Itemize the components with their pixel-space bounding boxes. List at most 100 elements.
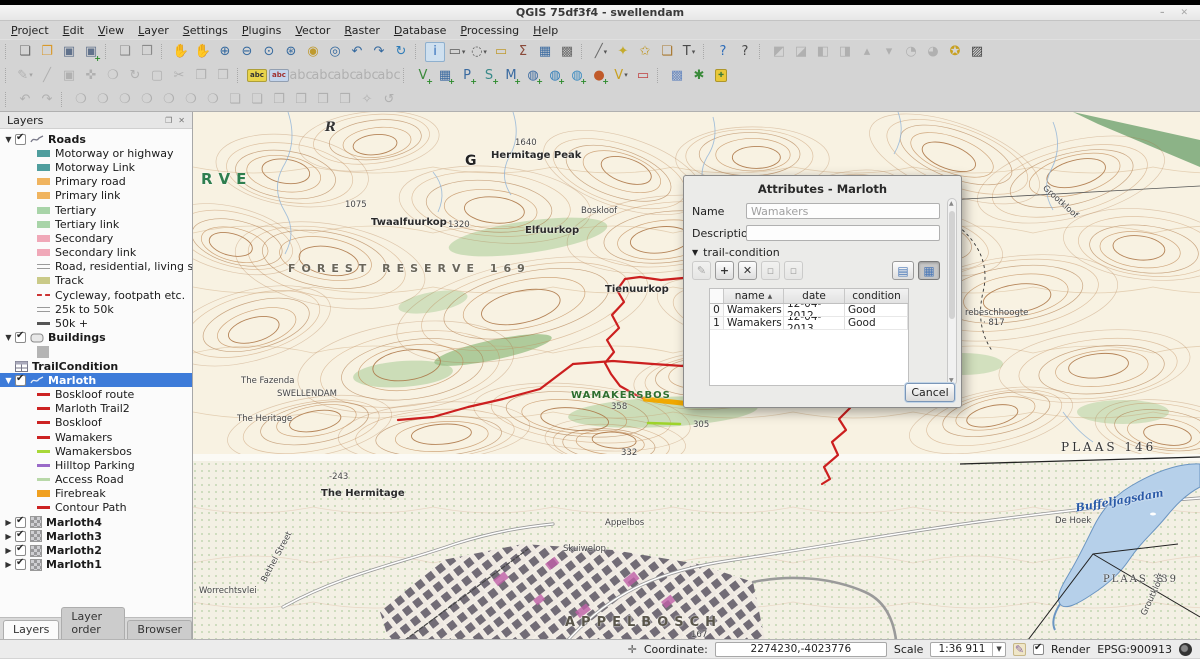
expand-arrow-icon[interactable]: ▼: [2, 135, 15, 144]
measure-button[interactable]: ╱▾: [591, 42, 611, 62]
select-features-button[interactable]: ▭▾: [447, 42, 467, 62]
layer-item-secondary[interactable]: Secondary: [0, 231, 192, 245]
condition-cell[interactable]: Good: [845, 304, 908, 317]
zoom-native-button[interactable]: ⊙: [259, 42, 279, 62]
scroll-up-icon[interactable]: ▲: [949, 200, 954, 207]
form-view-button[interactable]: ▤: [892, 261, 914, 280]
zoom-to-layer-button[interactable]: ◎: [325, 42, 345, 62]
layer-item-roads[interactable]: ▼Roads: [0, 132, 192, 146]
menu-processing[interactable]: Processing: [453, 23, 526, 38]
expand-arrow-icon[interactable]: ▼: [2, 333, 15, 342]
add-child-feature-button[interactable]: +: [715, 261, 734, 280]
zoom-full-button[interactable]: ⊛: [281, 42, 301, 62]
layer-item-motorway-or-highway[interactable]: Motorway or highway: [0, 146, 192, 160]
scale-dropdown-icon[interactable]: ▼: [992, 643, 1004, 656]
dropdown-arrow-icon[interactable]: ▾: [29, 71, 33, 79]
layer-item-contour-path[interactable]: Contour Path: [0, 501, 192, 515]
add-wcs-layer-button[interactable]: ◍+: [545, 65, 565, 85]
change-label-button[interactable]: ✪: [945, 42, 965, 62]
statistics-button[interactable]: Σ: [513, 42, 533, 62]
layer-checkbox[interactable]: [15, 545, 26, 556]
layer-item-marloth3[interactable]: ▶Marloth3: [0, 529, 192, 543]
name-cell[interactable]: Wamakers: [724, 304, 784, 317]
date-cell[interactable]: 12-04-2012: [784, 304, 845, 317]
layer-item-road-residential-living-street-etc[interactable]: Road, residential, living street, etc.: [0, 260, 192, 274]
zoom-out-button[interactable]: ⊖: [237, 42, 257, 62]
layer-item-swatch[interactable]: [0, 345, 192, 359]
menu-project[interactable]: Project: [4, 23, 56, 38]
menu-vector[interactable]: Vector: [288, 23, 337, 38]
layer-checkbox[interactable]: [15, 531, 26, 542]
layer-item-trailcondition[interactable]: TrailCondition: [0, 359, 192, 373]
field-calculator-button[interactable]: ▩: [557, 42, 577, 62]
name-cell[interactable]: Wamakers: [724, 317, 784, 330]
render-checkbox[interactable]: [1033, 644, 1044, 655]
layer-item-marloth[interactable]: ▼Marloth: [0, 373, 192, 387]
layer-checkbox[interactable]: [15, 375, 26, 386]
composer-manager-button[interactable]: ❒: [137, 42, 157, 62]
column-header-date[interactable]: date: [784, 289, 845, 303]
coordinate-capture-icon[interactable]: ✛: [628, 643, 637, 656]
new-bookmark-button[interactable]: ✩: [635, 42, 655, 62]
menu-settings[interactable]: Settings: [176, 23, 235, 38]
add-spatialite-layer-button[interactable]: S+: [479, 65, 499, 85]
column-header-condition[interactable]: condition: [845, 289, 908, 303]
row-number-header[interactable]: [710, 289, 724, 303]
condition-cell[interactable]: Good: [845, 317, 908, 330]
new-composer-button[interactable]: ❑: [115, 42, 135, 62]
zoom-last-button[interactable]: ↶: [347, 42, 367, 62]
layer-checkbox[interactable]: [15, 517, 26, 528]
collapse-arrow-icon[interactable]: ▶: [2, 560, 15, 569]
dropdown-arrow-icon[interactable]: ▾: [624, 71, 628, 79]
help-contents-button[interactable]: ?: [713, 42, 733, 62]
layer-checkbox[interactable]: [15, 332, 26, 343]
zoom-in-button[interactable]: ⊕: [215, 42, 235, 62]
layer-item-secondary-link[interactable]: Secondary link: [0, 246, 192, 260]
float-panel-icon[interactable]: ❐: [165, 116, 172, 125]
close-panel-icon[interactable]: ✕: [178, 116, 185, 125]
open-project-button[interactable]: ❐: [37, 42, 57, 62]
layer-item-primary-link[interactable]: Primary link: [0, 189, 192, 203]
dropdown-arrow-icon[interactable]: ▾: [604, 48, 608, 56]
layer-item-marloth1[interactable]: ▶Marloth1: [0, 558, 192, 572]
show-bookmarks-button[interactable]: ❏: [657, 42, 677, 62]
add-wfs-layer-button[interactable]: ◍+: [567, 65, 587, 85]
diagram-options-button[interactable]: ▨: [967, 42, 987, 62]
select-by-expression-button[interactable]: ◌▾: [469, 42, 489, 62]
save-project-button[interactable]: ▣: [59, 42, 79, 62]
processing-toolbox-button[interactable]: ✱: [689, 65, 709, 85]
layer-labeling-button[interactable]: abc: [247, 65, 267, 85]
layer-item-hilltop-parking[interactable]: Hilltop Parking: [0, 458, 192, 472]
scale-combobox[interactable]: 1:36 911 ▼: [930, 642, 1005, 657]
collapse-arrow-icon[interactable]: ▶: [2, 532, 15, 541]
layer-item-wamakers[interactable]: Wamakers: [0, 430, 192, 444]
plugin-manager-button[interactable]: ✚: [711, 65, 731, 85]
layer-item-boskloof-route[interactable]: Boskloof route: [0, 387, 192, 401]
menu-view[interactable]: View: [91, 23, 131, 38]
row-number-cell[interactable]: 0: [710, 304, 724, 317]
menu-database[interactable]: Database: [387, 23, 454, 38]
add-raster-layer-button[interactable]: ▦+: [435, 65, 455, 85]
remove-layer-button[interactable]: ▭: [633, 65, 653, 85]
menu-plugins[interactable]: Plugins: [235, 23, 288, 38]
layer-item-access-road[interactable]: Access Road: [0, 473, 192, 487]
window-titlebar[interactable]: QGIS 75df3f4 - swellendam – ✕: [0, 5, 1200, 21]
map-tips-button[interactable]: ✦: [613, 42, 633, 62]
add-mssql-layer-button[interactable]: M+: [501, 65, 521, 85]
column-header-name[interactable]: name▲: [724, 289, 784, 303]
layer-item-boskloof[interactable]: Boskloof: [0, 416, 192, 430]
dropdown-arrow-icon[interactable]: ▾: [692, 48, 696, 56]
rendering-icon[interactable]: ✎: [1013, 643, 1026, 656]
layer-item-marloth-trail2[interactable]: Marloth Trail2: [0, 402, 192, 416]
python-console-button[interactable]: ▩: [667, 65, 687, 85]
layer-item-track[interactable]: Track: [0, 274, 192, 288]
table-view-button[interactable]: ▦: [918, 261, 940, 280]
menu-raster[interactable]: Raster: [337, 23, 386, 38]
scrollbar-thumb[interactable]: [949, 211, 955, 319]
menu-edit[interactable]: Edit: [56, 23, 91, 38]
menu-help[interactable]: Help: [526, 23, 565, 38]
layer-item-primary-road[interactable]: Primary road: [0, 175, 192, 189]
layer-item-marloth2[interactable]: ▶Marloth2: [0, 543, 192, 557]
layer-item-tertiary-link[interactable]: Tertiary link: [0, 217, 192, 231]
layer-item-buildings[interactable]: ▼Buildings: [0, 331, 192, 345]
